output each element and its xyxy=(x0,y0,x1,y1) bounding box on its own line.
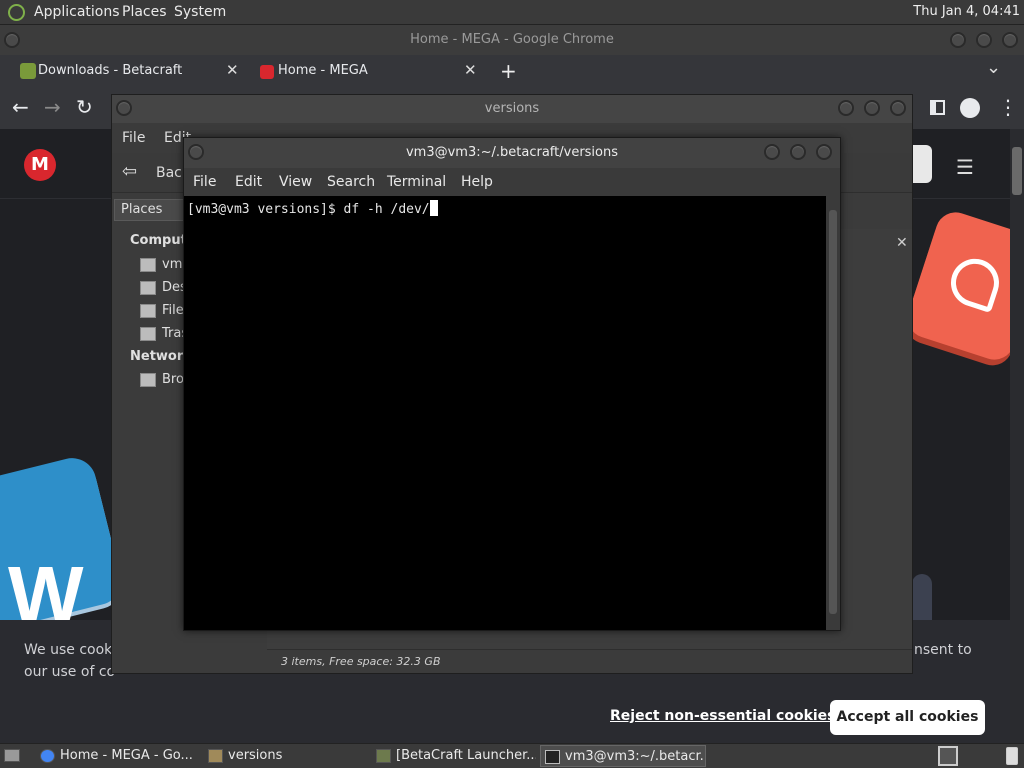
cookie-text-line2: our use of co xyxy=(24,664,116,680)
drive-icon xyxy=(140,303,156,318)
minimize-button[interactable] xyxy=(950,32,966,48)
home-folder-icon xyxy=(140,257,156,272)
tab-home-mega[interactable]: Home - MEGA ✕ xyxy=(252,57,488,87)
terminal-close-button[interactable] xyxy=(816,144,832,160)
page-scrollbar-thumb[interactable] xyxy=(1012,147,1022,195)
fm-window-menu-button[interactable] xyxy=(116,100,132,116)
accept-cookies-button[interactable]: Accept all cookies xyxy=(830,700,985,735)
fm-close-button[interactable] xyxy=(890,100,906,116)
terminal-command-text: [vm3@vm3 versions]$ df -h /dev/ xyxy=(187,202,430,217)
pdf-tile-graphic xyxy=(902,207,1024,365)
mega-favicon-icon xyxy=(260,65,274,79)
chrome-titlebar[interactable]: Home - MEGA - Google Chrome xyxy=(0,25,1024,55)
trash-icon xyxy=(140,326,156,341)
terminal-scrollbar-thumb[interactable] xyxy=(829,210,837,614)
maximize-button[interactable] xyxy=(976,32,992,48)
bottom-taskbar: Home - MEGA - Go... versions [BetaCraft … xyxy=(0,743,1024,768)
back-icon[interactable]: ← xyxy=(12,95,29,119)
fm-minimize-button[interactable] xyxy=(838,100,854,116)
terminal-menubar: File Edit View Search Terminal Help xyxy=(184,168,840,196)
fm-pane-close-icon[interactable]: ✕ xyxy=(896,235,908,251)
close-button[interactable] xyxy=(1002,32,1018,48)
window-title: Home - MEGA - Google Chrome xyxy=(410,32,614,47)
terminal-menu-file[interactable]: File xyxy=(193,174,216,190)
terminal-menu-search[interactable]: Search xyxy=(327,174,375,190)
chrome-icon xyxy=(40,749,55,763)
terminal-menu-view[interactable]: View xyxy=(279,174,312,190)
tab-label: Downloads - Betacraft xyxy=(38,63,183,78)
task-chrome[interactable]: Home - MEGA - Go... xyxy=(36,745,196,767)
tab-search-icon[interactable]: ⌄ xyxy=(986,57,1001,78)
chrome-menu-icon[interactable]: ⋮ xyxy=(998,95,1018,119)
system-menu[interactable]: System xyxy=(174,4,226,20)
person-graphic xyxy=(912,574,932,620)
task-label: vm3@vm3:~/.betacr... xyxy=(565,749,706,764)
betacraft-favicon-icon xyxy=(20,63,36,79)
trash-applet-icon[interactable] xyxy=(1006,747,1018,765)
fm-maximize-button[interactable] xyxy=(864,100,880,116)
side-panel-icon[interactable] xyxy=(930,100,945,115)
task-versions[interactable]: versions xyxy=(204,745,364,767)
new-tab-button[interactable]: + xyxy=(500,59,517,83)
terminal-cursor xyxy=(429,200,438,216)
terminal-prompt-line: [vm3@vm3 versions]$ df -h /dev/ xyxy=(187,200,438,217)
terminal-menu-terminal[interactable]: Terminal xyxy=(387,174,446,190)
reload-icon[interactable]: ↻ xyxy=(76,95,93,119)
fm-titlebar[interactable]: versions xyxy=(112,95,912,123)
terminal-titlebar[interactable]: vm3@vm3:~/.betacraft/versions xyxy=(184,138,840,168)
network-icon xyxy=(140,372,156,387)
fm-title: versions xyxy=(484,101,540,116)
hamburger-menu-icon[interactable]: ☰ xyxy=(956,155,974,179)
fm-back-icon[interactable]: ⇦ xyxy=(122,161,137,182)
task-betacraft[interactable]: [BetaCraft Launcher... xyxy=(372,745,536,767)
applications-menu[interactable]: Applications xyxy=(34,4,120,20)
terminal-title: vm3@vm3:~/.betacraft/versions xyxy=(405,145,619,160)
close-tab-icon[interactable]: ✕ xyxy=(464,61,477,79)
clock[interactable]: Thu Jan 4, 04:41 xyxy=(913,4,1020,19)
terminal-minimize-button[interactable] xyxy=(764,144,780,160)
tab-label: Home - MEGA xyxy=(278,63,368,78)
cookie-text-line1: We use cooki xyxy=(24,642,117,658)
terminal-icon xyxy=(545,750,560,764)
terminal-window-menu-button[interactable] xyxy=(188,144,204,160)
task-label: versions xyxy=(228,748,283,763)
task-terminal[interactable]: vm3@vm3:~/.betacr... xyxy=(540,745,706,767)
forward-icon[interactable]: → xyxy=(44,95,61,119)
betacraft-icon xyxy=(376,749,391,763)
fm-statusbar: 3 items, Free space: 32.3 GB xyxy=(267,649,912,673)
fm-menu-file[interactable]: File xyxy=(122,130,145,146)
show-desktop-icon[interactable] xyxy=(4,749,20,762)
terminal-maximize-button[interactable] xyxy=(790,144,806,160)
task-label: [BetaCraft Launcher... xyxy=(396,748,536,763)
workspace-switcher-icon[interactable] xyxy=(938,746,958,766)
fm-places-select[interactable]: Places xyxy=(114,199,184,221)
top-panel: Applications Places System Thu Jan 4, 04… xyxy=(0,0,1024,25)
terminal-menu-help[interactable]: Help xyxy=(461,174,493,190)
cookie-text-right: nsent to xyxy=(914,642,972,658)
terminal-menu-edit[interactable]: Edit xyxy=(235,174,262,190)
tab-bar: Downloads - Betacraft ✕ Home - MEGA ✕ + … xyxy=(0,55,1024,87)
window-menu-button[interactable] xyxy=(4,32,20,48)
tab-downloads-betacraft[interactable]: Downloads - Betacraft ✕ xyxy=(12,57,248,87)
page-scrollbar[interactable] xyxy=(1010,129,1024,743)
mega-logo[interactable]: M xyxy=(24,149,56,181)
desktop-folder-icon xyxy=(140,280,156,295)
terminal-screen[interactable]: [vm3@vm3 versions]$ df -h /dev/ xyxy=(184,196,826,630)
profile-avatar-icon[interactable] xyxy=(960,98,980,118)
task-label: Home - MEGA - Go... xyxy=(60,748,193,763)
gnome-foot-icon[interactable] xyxy=(8,4,25,21)
close-tab-icon[interactable]: ✕ xyxy=(226,61,239,79)
folder-icon xyxy=(208,749,223,763)
places-menu[interactable]: Places xyxy=(122,4,167,20)
pdf-acrobat-icon xyxy=(944,252,1006,314)
terminal-window: vm3@vm3:~/.betacraft/versions File Edit … xyxy=(183,137,841,631)
reject-cookies-button[interactable]: Reject non-essential cookies xyxy=(610,708,836,724)
